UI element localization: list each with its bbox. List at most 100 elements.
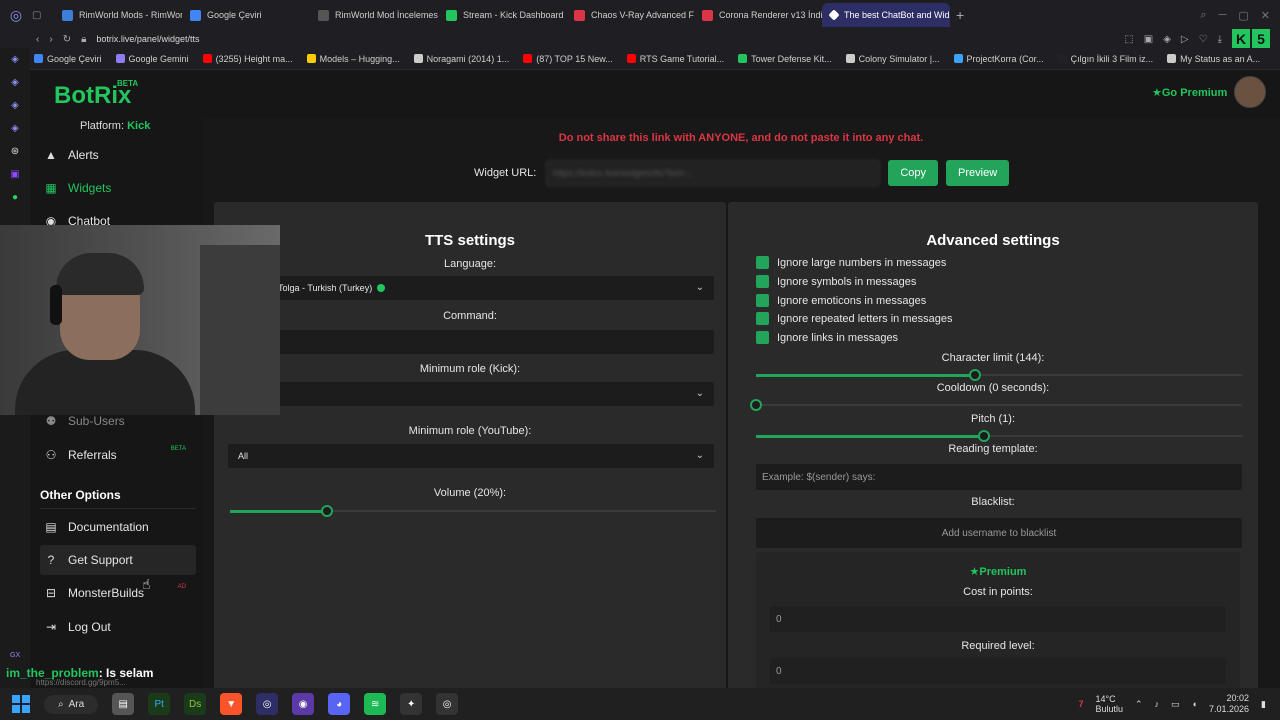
network-icon[interactable]: ▭ (1171, 699, 1180, 710)
checkbox[interactable] (756, 275, 769, 288)
tab-rimworld-review[interactable]: RimWorld Mod İncelemesi (310, 3, 438, 27)
kick-extension-icon[interactable]: K5 (1232, 29, 1272, 49)
sidebar-item-get-support[interactable]: ? Get Support (40, 545, 196, 575)
heart-icon[interactable]: ♡ (1199, 34, 1208, 45)
tab-rimworld-mods[interactable]: RimWorld Mods - RimWorl (54, 3, 182, 27)
app-icon[interactable]: ✦ (400, 693, 423, 715)
volume-slider[interactable] (230, 504, 716, 518)
bookmark-item[interactable]: (3255) Height ma... (202, 54, 293, 64)
bookmark-item[interactable]: Çılgın İkili 3 Film iz... (1057, 54, 1153, 64)
tab-kick-dashboard[interactable]: Stream - Kick Dashboard (438, 3, 566, 27)
minimize-icon[interactable]: ─ (1219, 9, 1227, 22)
sidebar-item-monsterbuilds[interactable]: ⊟ MonsterBuilds AD (40, 578, 196, 608)
bookmark-item[interactable]: RTS Game Tutorial... (626, 54, 724, 64)
cost-input[interactable]: 0 (770, 606, 1226, 632)
sidebar-item-log-out[interactable]: ⇥ Log Out (40, 612, 196, 642)
chevron-up-icon[interactable]: ⌃ (1135, 699, 1143, 710)
chatgpt-icon[interactable]: ⊛ (11, 146, 19, 157)
slider-thumb[interactable] (750, 399, 762, 411)
sidebar-app-icon[interactable]: ◈ (11, 123, 19, 134)
microphone-icon[interactable]: ♪ (1155, 699, 1160, 709)
ignore-numbers-checkbox-row[interactable]: Ignore large numbers in messages (756, 256, 946, 269)
file-explorer-icon[interactable]: ▤ (112, 693, 135, 715)
blacklist-input[interactable]: Add username to blacklist (756, 518, 1242, 548)
tab-botrix[interactable]: The best ChatBot and Wid ✕ (822, 3, 950, 27)
sidebar-item-documentation[interactable]: ▤ Documentation (40, 512, 196, 542)
browser-logo-icon[interactable]: ◎ (0, 0, 32, 30)
bookmark-item[interactable]: Noragami (2014) 1... (413, 54, 509, 64)
sidebar-app-icon[interactable]: ◈ (11, 54, 19, 65)
go-premium-link[interactable]: ★Go Premium (1152, 86, 1227, 99)
checkbox[interactable] (756, 331, 769, 344)
new-tab-button[interactable]: + (950, 7, 970, 23)
obs-icon[interactable]: ◎ (436, 693, 459, 715)
sidebar-item-alerts[interactable]: ▲ Alerts (40, 140, 196, 170)
bookmark-item[interactable]: ProjectKorra (Cor... (953, 54, 1044, 64)
shield-icon[interactable]: ◈ (1163, 34, 1171, 45)
workspaces-icon[interactable]: ▢ (32, 10, 54, 21)
weather-widget[interactable]: 14°C Bulutlu (1095, 694, 1123, 714)
close-window-icon[interactable]: ✕ (1261, 9, 1270, 22)
taskbar-search[interactable]: ⌕ Ara (44, 694, 99, 714)
level-input[interactable]: 0 (770, 658, 1226, 684)
twitch-icon[interactable]: ▣ (10, 169, 19, 180)
cooldown-slider[interactable] (750, 398, 1242, 412)
avatar[interactable] (1234, 76, 1266, 108)
headset-app-icon[interactable]: ◉ (292, 693, 315, 715)
designer-icon[interactable]: Ds (184, 693, 207, 715)
painter-icon[interactable]: Pt (148, 693, 171, 715)
start-button[interactable] (12, 695, 30, 713)
copy-button[interactable]: Copy (888, 160, 939, 186)
discord-icon[interactable]: ◕ (328, 693, 351, 715)
sidebar-app-icon[interactable]: ◈ (11, 77, 19, 88)
maximize-icon[interactable]: ▢ (1238, 9, 1248, 22)
slider-thumb[interactable] (968, 369, 981, 381)
sidebar-item-widgets[interactable]: ▦ Widgets (40, 173, 196, 203)
clock[interactable]: 20:02 7.01.2026 (1209, 693, 1249, 715)
bookmark-item[interactable]: Google Çeviri (34, 54, 102, 64)
pitch-slider[interactable] (756, 429, 1242, 443)
checkbox[interactable] (756, 312, 769, 325)
browser-app-icon[interactable]: ◎ (256, 693, 279, 715)
url-field[interactable]: botrix.live/panel/widget/tts (96, 34, 199, 44)
download-icon[interactable]: ⤓ (1218, 34, 1222, 45)
brave-icon[interactable]: ▼ (220, 693, 243, 715)
sidebar-item-referrals[interactable]: ⚇ Referrals BETA (40, 440, 196, 470)
whatsapp-icon[interactable]: ● (12, 192, 18, 203)
notification-icon[interactable]: ▮ (1261, 699, 1266, 710)
extension-icon[interactable]: ⬚ (1124, 34, 1133, 45)
screenshot-icon[interactable]: ▣ (1144, 34, 1153, 45)
checkbox[interactable] (756, 294, 769, 307)
min-role-kick-select[interactable]: ⌄ (228, 382, 714, 406)
language-select[interactable]: Tolga - Turkish (Turkey) ⌄ (228, 276, 714, 300)
bookmark-item[interactable]: Colony Simulator |... (845, 54, 940, 64)
bookmark-item[interactable]: Google Gemini (115, 54, 189, 64)
tab-chaos-vray[interactable]: Chaos V-Ray Advanced F (566, 3, 694, 27)
preview-button[interactable]: Preview (946, 160, 1010, 186)
slider-thumb[interactable] (978, 430, 991, 442)
tab-corona-renderer[interactable]: Corona Renderer v13 İndi (694, 3, 822, 27)
slider-thumb[interactable] (321, 505, 334, 517)
ignore-links-checkbox-row[interactable]: Ignore links in messages (756, 331, 898, 344)
ignore-emoticons-checkbox-row[interactable]: Ignore emoticons in messages (756, 294, 926, 307)
template-input[interactable]: Example: $(sender) says: (756, 464, 1242, 490)
sidebar-app-icon[interactable]: ◈ (11, 100, 19, 111)
min-role-youtube-select[interactable]: All ⌄ (228, 444, 714, 468)
ignore-symbols-checkbox-row[interactable]: Ignore symbols in messages (756, 275, 916, 288)
bookmark-item[interactable]: Tower Defense Kit... (738, 54, 832, 64)
search-tabs-icon[interactable]: ⌕ (1200, 9, 1206, 22)
forward-icon[interactable]: › (49, 34, 52, 45)
spotify-icon[interactable]: ≋ (364, 693, 387, 715)
widget-url-field[interactable]: https://botrix.live/widgets/tts?bid=... (546, 160, 881, 186)
ignore-repeated-checkbox-row[interactable]: Ignore repeated letters in messages (756, 312, 953, 325)
back-icon[interactable]: ‹ (36, 34, 39, 45)
reload-icon[interactable]: ↻ (63, 34, 71, 45)
bookmark-item[interactable]: (87) TOP 15 New... (523, 54, 613, 64)
tab-google-translate[interactable]: Google Çeviri (182, 3, 310, 27)
bookmark-item[interactable]: My Status as an A... (1167, 54, 1260, 64)
char-limit-slider[interactable] (756, 368, 1242, 382)
bookmark-item[interactable]: Models – Hugging... (306, 54, 400, 64)
volume-icon[interactable]: ◖ (1192, 699, 1197, 709)
command-input[interactable] (228, 330, 714, 354)
checkbox[interactable] (756, 256, 769, 269)
